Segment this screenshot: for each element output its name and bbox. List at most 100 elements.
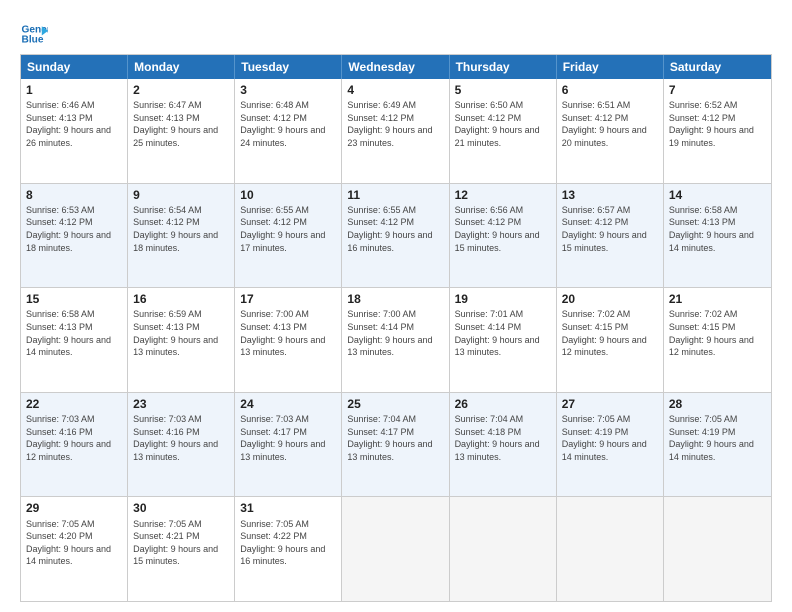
day-info: Sunrise: 6:55 AMSunset: 4:12 PMDaylight:… [240,205,325,253]
day-info: Sunrise: 7:05 AMSunset: 4:20 PMDaylight:… [26,519,111,567]
day-number: 6 [562,82,658,98]
day-cell-18: 18Sunrise: 7:00 AMSunset: 4:14 PMDayligh… [342,288,449,392]
day-number: 29 [26,500,122,516]
day-number: 17 [240,291,336,307]
day-info: Sunrise: 7:05 AMSunset: 4:19 PMDaylight:… [669,414,754,462]
day-cell-1: 1 Sunrise: 6:46 AMSunset: 4:13 PMDaylight… [21,79,128,183]
day-cell-11: 11Sunrise: 6:55 AMSunset: 4:12 PMDayligh… [342,184,449,288]
day-cell-6: 6 Sunrise: 6:51 AMSunset: 4:12 PMDaylight… [557,79,664,183]
day-number: 21 [669,291,766,307]
calendar-week-2: 8 Sunrise: 6:53 AMSunset: 4:12 PMDaylight… [21,184,771,289]
day-number: 28 [669,396,766,412]
logo: General Blue [20,20,48,48]
day-info: Sunrise: 6:47 AMSunset: 4:13 PMDaylight:… [133,100,218,148]
day-info: Sunrise: 7:03 AMSunset: 4:16 PMDaylight:… [26,414,111,462]
day-info: Sunrise: 7:05 AMSunset: 4:22 PMDaylight:… [240,519,325,567]
day-number: 3 [240,82,336,98]
header: General Blue [20,16,772,48]
day-number: 16 [133,291,229,307]
day-cell-7: 7 Sunrise: 6:52 AMSunset: 4:12 PMDaylight… [664,79,771,183]
day-cell-10: 10 Sunrise: 6:55 AMSunset: 4:12 PMDayligh… [235,184,342,288]
day-info: Sunrise: 6:53 AMSunset: 4:12 PMDaylight:… [26,205,111,253]
day-number: 1 [26,82,122,98]
calendar-week-4: 22Sunrise: 7:03 AMSunset: 4:16 PMDayligh… [21,393,771,498]
day-cell-2: 2 Sunrise: 6:47 AMSunset: 4:13 PMDaylight… [128,79,235,183]
day-info: Sunrise: 6:55 AMSunset: 4:12 PMDaylight:… [347,205,432,253]
day-info: Sunrise: 6:51 AMSunset: 4:12 PMDaylight:… [562,100,647,148]
day-number: 20 [562,291,658,307]
day-info: Sunrise: 6:48 AMSunset: 4:12 PMDaylight:… [240,100,325,148]
day-info: Sunrise: 7:04 AMSunset: 4:17 PMDaylight:… [347,414,432,462]
calendar-body: 1 Sunrise: 6:46 AMSunset: 4:13 PMDaylight… [21,79,771,601]
day-number: 12 [455,187,551,203]
calendar-week-5: 29 Sunrise: 7:05 AMSunset: 4:20 PMDayligh… [21,497,771,601]
day-info: Sunrise: 7:03 AMSunset: 4:17 PMDaylight:… [240,414,325,462]
calendar-header: SundayMondayTuesdayWednesdayThursdayFrid… [21,55,771,79]
empty-cell [450,497,557,601]
day-cell-25: 25 Sunrise: 7:04 AMSunset: 4:17 PMDayligh… [342,393,449,497]
day-number: 8 [26,187,122,203]
day-cell-28: 28 Sunrise: 7:05 AMSunset: 4:19 PMDayligh… [664,393,771,497]
day-cell-23: 23 Sunrise: 7:03 AMSunset: 4:16 PMDayligh… [128,393,235,497]
empty-cell [557,497,664,601]
day-info: Sunrise: 7:05 AMSunset: 4:19 PMDaylight:… [562,414,647,462]
day-cell-3: 3 Sunrise: 6:48 AMSunset: 4:12 PMDaylight… [235,79,342,183]
page: General Blue SundayMondayTuesdayWednesda… [0,0,792,612]
day-cell-15: 15 Sunrise: 6:58 AMSunset: 4:13 PMDayligh… [21,288,128,392]
day-cell-27: 27Sunrise: 7:05 AMSunset: 4:19 PMDayligh… [557,393,664,497]
day-info: Sunrise: 6:58 AMSunset: 4:13 PMDaylight:… [26,309,111,357]
day-cell-13: 13Sunrise: 6:57 AMSunset: 4:12 PMDayligh… [557,184,664,288]
day-number: 23 [133,396,229,412]
day-number: 7 [669,82,766,98]
day-info: Sunrise: 6:46 AMSunset: 4:13 PMDaylight:… [26,100,111,148]
day-info: Sunrise: 7:02 AMSunset: 4:15 PMDaylight:… [562,309,647,357]
day-cell-24: 24 Sunrise: 7:03 AMSunset: 4:17 PMDayligh… [235,393,342,497]
svg-text:Blue: Blue [22,35,44,46]
header-day-saturday: Saturday [664,55,771,79]
day-number: 24 [240,396,336,412]
day-info: Sunrise: 7:03 AMSunset: 4:16 PMDaylight:… [133,414,218,462]
header-day-friday: Friday [557,55,664,79]
day-cell-14: 14Sunrise: 6:58 AMSunset: 4:13 PMDayligh… [664,184,771,288]
day-number: 30 [133,500,229,516]
day-info: Sunrise: 7:05 AMSunset: 4:21 PMDaylight:… [133,519,218,567]
day-number: 26 [455,396,551,412]
day-info: Sunrise: 6:52 AMSunset: 4:12 PMDaylight:… [669,100,754,148]
day-cell-31: 31Sunrise: 7:05 AMSunset: 4:22 PMDayligh… [235,497,342,601]
day-number: 19 [455,291,551,307]
day-cell-29: 29 Sunrise: 7:05 AMSunset: 4:20 PMDayligh… [21,497,128,601]
day-cell-8: 8 Sunrise: 6:53 AMSunset: 4:12 PMDaylight… [21,184,128,288]
empty-cell [342,497,449,601]
header-day-sunday: Sunday [21,55,128,79]
day-info: Sunrise: 7:02 AMSunset: 4:15 PMDaylight:… [669,309,754,357]
day-number: 10 [240,187,336,203]
day-number: 2 [133,82,229,98]
day-info: Sunrise: 7:04 AMSunset: 4:18 PMDaylight:… [455,414,540,462]
day-number: 15 [26,291,122,307]
header-day-wednesday: Wednesday [342,55,449,79]
logo-icon: General Blue [20,20,48,48]
day-cell-22: 22Sunrise: 7:03 AMSunset: 4:16 PMDayligh… [21,393,128,497]
day-cell-26: 26 Sunrise: 7:04 AMSunset: 4:18 PMDayligh… [450,393,557,497]
day-number: 25 [347,396,443,412]
header-day-tuesday: Tuesday [235,55,342,79]
day-cell-16: 16Sunrise: 6:59 AMSunset: 4:13 PMDayligh… [128,288,235,392]
day-cell-4: 4Sunrise: 6:49 AMSunset: 4:12 PMDaylight… [342,79,449,183]
day-cell-21: 21 Sunrise: 7:02 AMSunset: 4:15 PMDayligh… [664,288,771,392]
day-number: 9 [133,187,229,203]
day-cell-19: 19 Sunrise: 7:01 AMSunset: 4:14 PMDayligh… [450,288,557,392]
day-cell-17: 17Sunrise: 7:00 AMSunset: 4:13 PMDayligh… [235,288,342,392]
day-number: 4 [347,82,443,98]
day-number: 18 [347,291,443,307]
day-cell-9: 9 Sunrise: 6:54 AMSunset: 4:12 PMDaylight… [128,184,235,288]
calendar: SundayMondayTuesdayWednesdayThursdayFrid… [20,54,772,602]
day-info: Sunrise: 7:01 AMSunset: 4:14 PMDaylight:… [455,309,540,357]
calendar-week-1: 1 Sunrise: 6:46 AMSunset: 4:13 PMDaylight… [21,79,771,184]
header-day-monday: Monday [128,55,235,79]
day-info: Sunrise: 6:56 AMSunset: 4:12 PMDaylight:… [455,205,540,253]
day-number: 5 [455,82,551,98]
day-info: Sunrise: 6:58 AMSunset: 4:13 PMDaylight:… [669,205,754,253]
day-cell-20: 20 Sunrise: 7:02 AMSunset: 4:15 PMDayligh… [557,288,664,392]
day-cell-5: 5Sunrise: 6:50 AMSunset: 4:12 PMDaylight… [450,79,557,183]
day-info: Sunrise: 6:54 AMSunset: 4:12 PMDaylight:… [133,205,218,253]
